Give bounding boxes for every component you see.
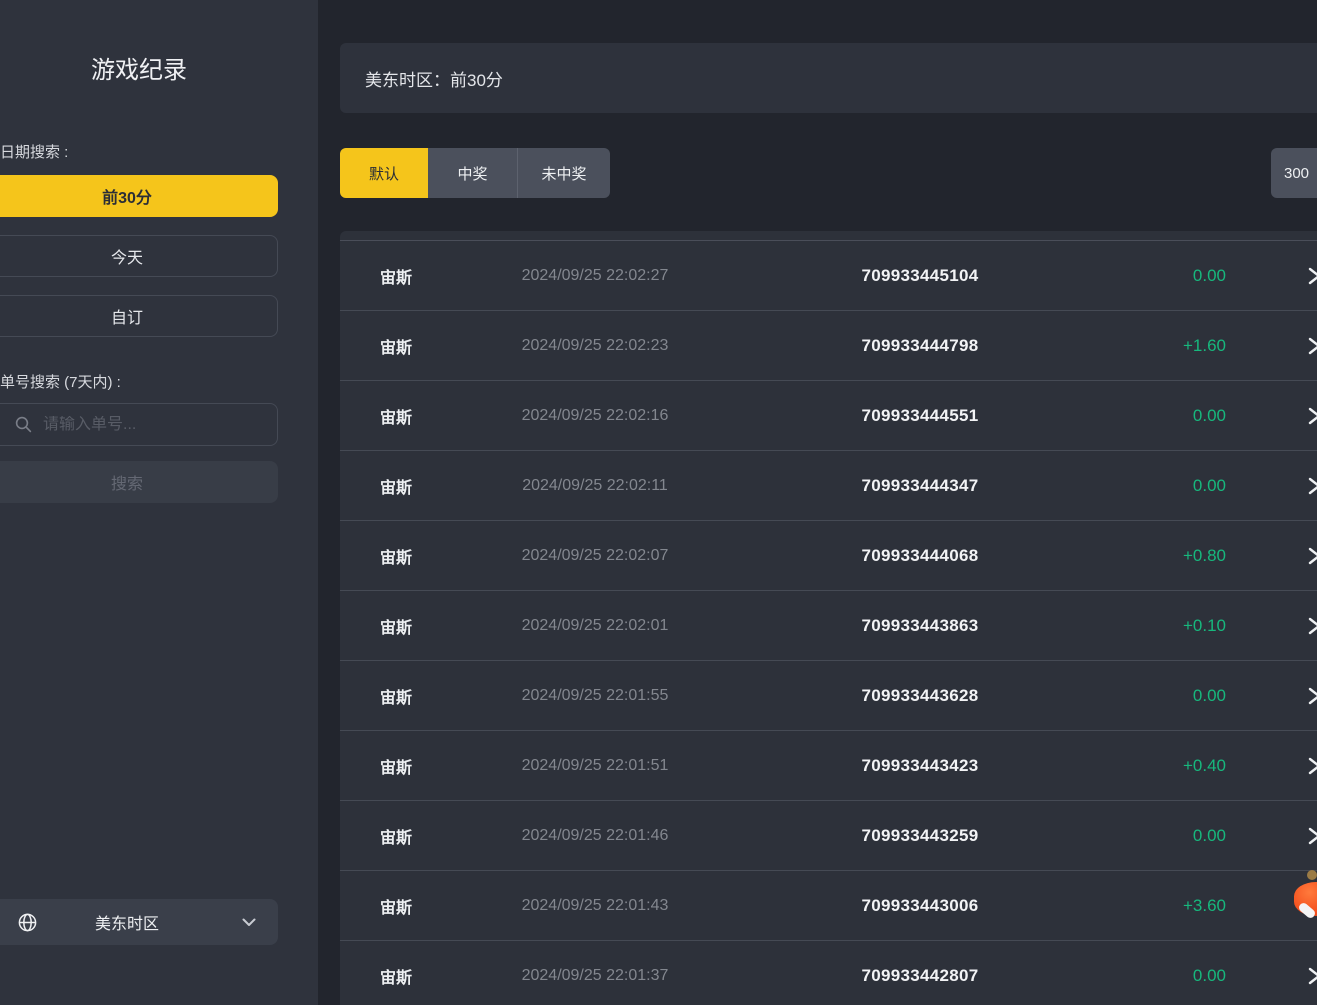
records-table: 宙斯 2024/09/25 22:02:27 709933445104 0.00…	[340, 231, 1317, 1005]
page-size-button[interactable]: 300	[1271, 148, 1317, 198]
chevron-right-icon[interactable]	[1246, 477, 1317, 495]
record-amount: 0.00	[1140, 266, 1246, 286]
tab-default-label: 默认	[369, 163, 399, 184]
record-row[interactable]: 宙斯 2024/09/25 22:02:07 709933444068 +0.8…	[340, 521, 1317, 591]
record-row[interactable]: 宙斯 2024/09/25 22:01:43 709933443006 +3.6…	[340, 871, 1317, 941]
record-order-id: 709933442807	[700, 966, 1140, 986]
record-timestamp: 2024/09/25 22:01:43	[490, 897, 700, 915]
record-order-id: 709933443863	[700, 616, 1140, 636]
order-search-input[interactable]	[43, 416, 243, 434]
chevron-right-icon[interactable]	[1246, 617, 1317, 635]
result-filter-tabs: 默认 中奖 未中奖	[340, 148, 610, 198]
date-filter-custom-button[interactable]: 自订	[0, 295, 278, 337]
record-amount: +0.80	[1140, 546, 1246, 566]
tab-win[interactable]: 中奖	[428, 148, 518, 198]
timezone-selected-value: 美东时区	[0, 910, 278, 934]
chevron-right-icon[interactable]	[1246, 967, 1317, 985]
record-timestamp: 2024/09/25 22:01:37	[490, 967, 700, 985]
record-amount: 0.00	[1140, 686, 1246, 706]
search-button[interactable]: 搜索	[0, 461, 278, 503]
record-game-name: 宙斯	[340, 824, 490, 848]
promo-widget-knob	[1307, 870, 1317, 880]
record-amount: 0.00	[1140, 826, 1246, 846]
record-row[interactable]: 宙斯 2024/09/25 22:01:51 709933443423 +0.4…	[340, 731, 1317, 801]
chevron-right-icon[interactable]	[1246, 757, 1317, 775]
record-timestamp: 2024/09/25 22:02:01	[490, 617, 700, 635]
record-timestamp: 2024/09/25 22:02:11	[490, 477, 700, 495]
date-filter-today-label: 今天	[111, 244, 143, 268]
record-order-id: 709933443259	[700, 826, 1140, 846]
record-order-id: 709933444347	[700, 476, 1140, 496]
sidebar: 游戏纪录 日期搜索 : 前30分 今天 自订 单号搜索 (7天内) : 搜索 美…	[0, 0, 318, 1005]
chevron-right-icon[interactable]	[1246, 547, 1317, 565]
record-row[interactable]: 宙斯 2024/09/25 22:02:27 709933445104 0.00	[340, 241, 1317, 311]
tab-lose-label: 未中奖	[541, 163, 586, 184]
record-timestamp: 2024/09/25 22:01:51	[490, 757, 700, 775]
globe-icon	[18, 913, 37, 932]
record-timestamp: 2024/09/25 22:02:07	[490, 547, 700, 565]
timezone-period-header: 美东时区：前30分	[340, 43, 1317, 113]
date-filter-last30min-label: 前30分	[102, 184, 152, 208]
record-game-name: 宙斯	[340, 474, 490, 498]
record-order-id: 709933443423	[700, 756, 1140, 776]
record-timestamp: 2024/09/25 22:01:46	[490, 827, 700, 845]
record-order-id: 709933443006	[700, 896, 1140, 916]
record-game-name: 宙斯	[340, 334, 490, 358]
tab-win-label: 中奖	[457, 163, 487, 184]
partial-row-sliver	[340, 231, 1317, 241]
record-game-name: 宙斯	[340, 404, 490, 428]
record-amount: +1.60	[1140, 336, 1246, 356]
record-amount: 0.00	[1140, 406, 1246, 426]
record-timestamp: 2024/09/25 22:01:55	[490, 687, 700, 705]
record-amount: +0.40	[1140, 756, 1246, 776]
search-icon	[15, 416, 32, 433]
date-search-label: 日期搜索 :	[0, 141, 68, 162]
record-row[interactable]: 宙斯 2024/09/25 22:01:46 709933443259 0.00	[340, 801, 1317, 871]
record-row[interactable]: 宙斯 2024/09/25 22:01:37 709933442807 0.00	[340, 941, 1317, 1005]
record-timestamp: 2024/09/25 22:02:16	[490, 407, 700, 425]
record-game-name: 宙斯	[340, 544, 490, 568]
date-filter-custom-label: 自订	[111, 304, 143, 328]
record-game-name: 宙斯	[340, 754, 490, 778]
record-amount: 0.00	[1140, 476, 1246, 496]
tab-lose[interactable]: 未中奖	[518, 148, 610, 198]
record-order-id: 709933444798	[700, 336, 1140, 356]
records-list: 宙斯 2024/09/25 22:02:27 709933445104 0.00…	[340, 241, 1317, 1005]
tab-default[interactable]: 默认	[340, 148, 428, 198]
chevron-right-icon[interactable]	[1246, 407, 1317, 425]
record-order-id: 709933444551	[700, 406, 1140, 426]
record-game-name: 宙斯	[340, 614, 490, 638]
chevron-right-icon[interactable]	[1246, 337, 1317, 355]
record-order-id: 709933443628	[700, 686, 1140, 706]
date-filter-today-button[interactable]: 今天	[0, 235, 278, 277]
record-game-name: 宙斯	[340, 964, 490, 988]
record-row[interactable]: 宙斯 2024/09/25 22:02:16 709933444551 0.00	[340, 381, 1317, 451]
record-game-name: 宙斯	[340, 264, 490, 288]
record-row[interactable]: 宙斯 2024/09/25 22:02:11 709933444347 0.00	[340, 451, 1317, 521]
record-order-id: 709933445104	[700, 266, 1140, 286]
record-timestamp: 2024/09/25 22:02:23	[490, 337, 700, 355]
chevron-right-icon[interactable]	[1246, 827, 1317, 845]
chevron-down-icon	[242, 918, 256, 927]
record-amount: +0.10	[1140, 616, 1246, 636]
floating-promo-widget[interactable]	[1294, 876, 1317, 922]
timezone-dropdown[interactable]: 美东时区	[0, 899, 278, 945]
page-title: 游戏纪录	[0, 50, 278, 85]
record-game-name: 宙斯	[340, 894, 490, 918]
chevron-right-icon[interactable]	[1246, 687, 1317, 705]
order-search-label: 单号搜索 (7天内) :	[0, 371, 121, 392]
record-timestamp: 2024/09/25 22:02:27	[490, 267, 700, 285]
record-row[interactable]: 宙斯 2024/09/25 22:02:01 709933443863 +0.1…	[340, 591, 1317, 661]
record-amount: 0.00	[1140, 966, 1246, 986]
timezone-period-text: 美东时区：前30分	[365, 66, 503, 91]
record-game-name: 宙斯	[340, 684, 490, 708]
chevron-right-icon[interactable]	[1246, 267, 1317, 285]
record-order-id: 709933444068	[700, 546, 1140, 566]
record-row[interactable]: 宙斯 2024/09/25 22:01:55 709933443628 0.00	[340, 661, 1317, 731]
date-filter-last30min-button[interactable]: 前30分	[0, 175, 278, 217]
record-amount: +3.60	[1140, 896, 1246, 916]
record-row[interactable]: 宙斯 2024/09/25 22:02:23 709933444798 +1.6…	[340, 311, 1317, 381]
order-search-box	[0, 403, 278, 446]
